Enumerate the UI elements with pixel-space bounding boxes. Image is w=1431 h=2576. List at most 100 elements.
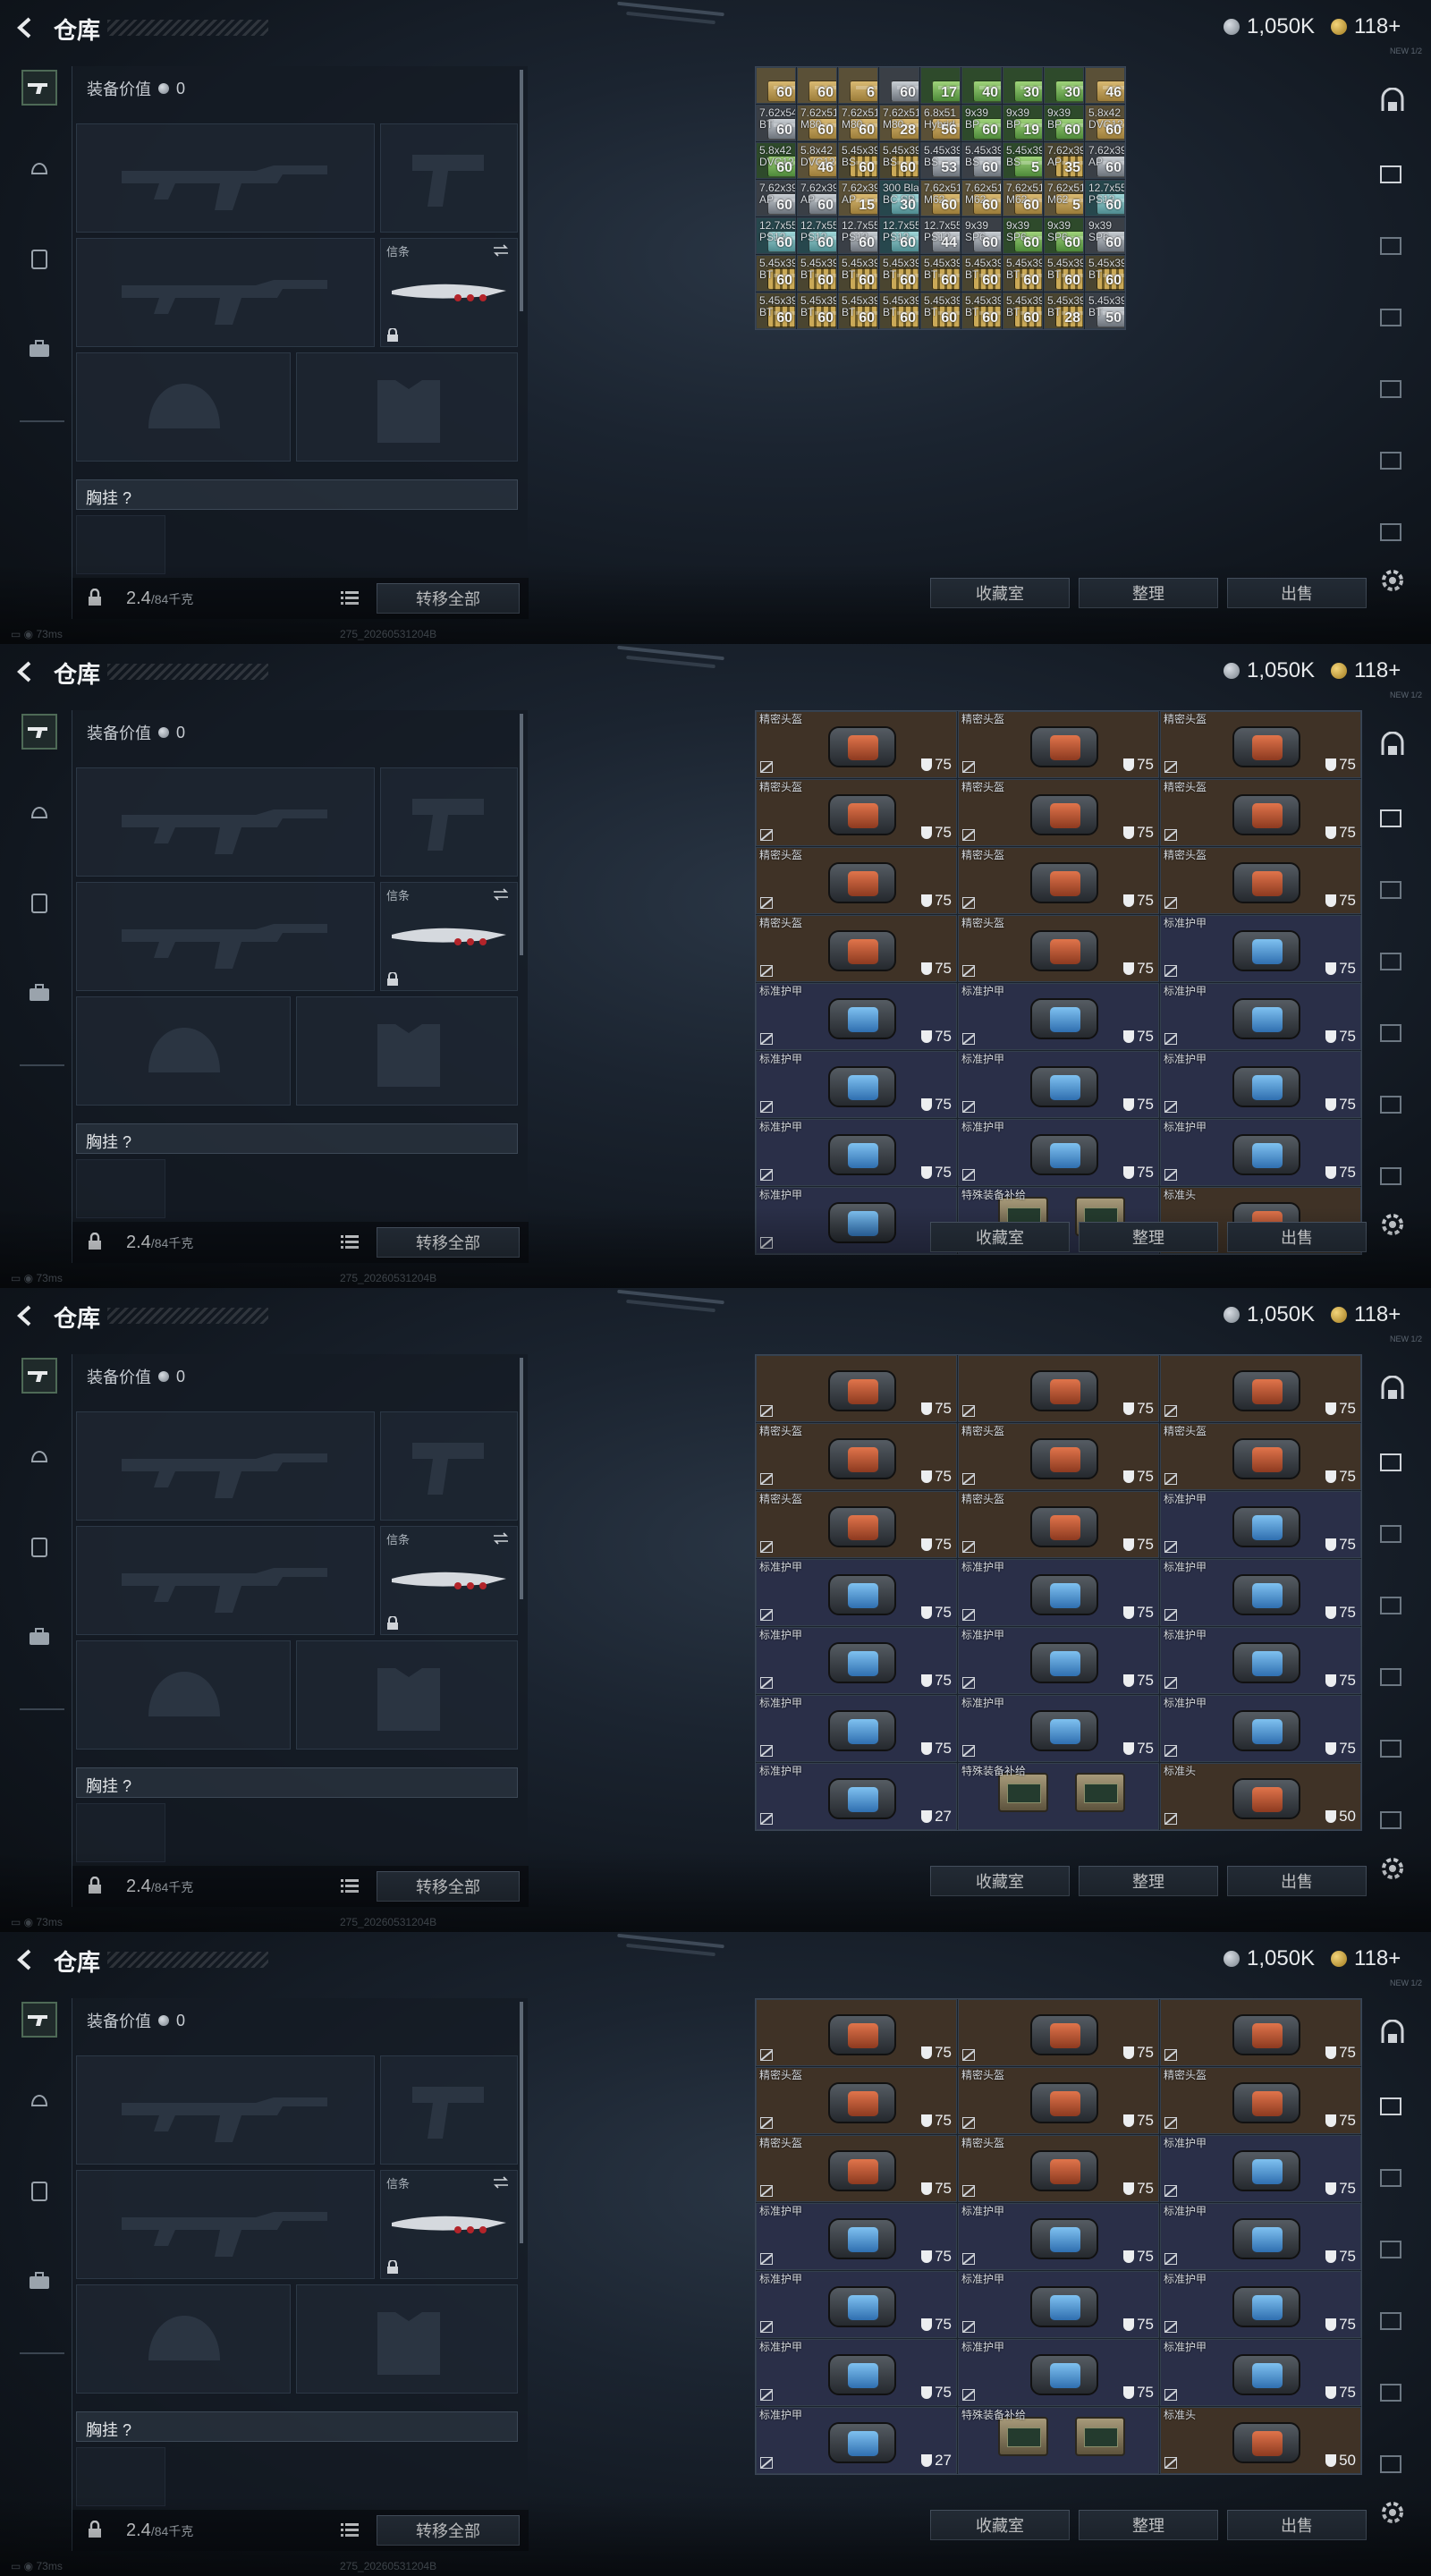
help-icon[interactable]: ? bbox=[123, 1777, 131, 1795]
stash-item[interactable]: 5.45x39 BT 60 bbox=[756, 255, 796, 292]
gold-currency[interactable]: 118+ bbox=[1331, 658, 1401, 683]
stash-item[interactable]: 5.45x39 BT 28 bbox=[1044, 292, 1084, 329]
stash-item[interactable]: 标准护甲 75 bbox=[1160, 915, 1361, 982]
stash-item[interactable]: 7.62x51 M62 60 bbox=[1003, 180, 1043, 216]
backpack-icon[interactable] bbox=[21, 331, 57, 367]
stash-tab-5-icon[interactable] bbox=[1377, 2304, 1408, 2334]
armor-icon[interactable] bbox=[21, 1530, 57, 1565]
rifle-icon[interactable] bbox=[21, 714, 57, 750]
stash-tab-3-icon[interactable] bbox=[1377, 229, 1408, 259]
helmet-slot[interactable] bbox=[76, 996, 291, 1106]
stash-item[interactable]: 标准护甲 75 bbox=[756, 1559, 957, 1626]
stash-item[interactable]: 标准护甲 75 bbox=[1160, 1491, 1361, 1558]
stash-item[interactable]: 标准护甲 75 bbox=[756, 1627, 957, 1694]
stash-item[interactable]: 9x39 SP6 60 bbox=[1085, 217, 1125, 254]
stash-item[interactable]: 标准护甲 75 bbox=[1160, 2203, 1361, 2270]
stash-item[interactable]: 精密头盔 75 bbox=[958, 847, 1159, 914]
stash-item[interactable]: 精密头盔 75 bbox=[756, 1423, 957, 1490]
stash-item[interactable]: 5.45x39 BT 60 bbox=[797, 255, 837, 292]
stash-item[interactable]: 7.62x51 M80 60 bbox=[797, 105, 837, 141]
armor-slot[interactable] bbox=[296, 996, 518, 1106]
back-icon[interactable] bbox=[14, 660, 38, 683]
secondary-weapon-slot[interactable] bbox=[380, 2055, 518, 2165]
primary-weapon-slot[interactable] bbox=[76, 123, 375, 233]
stash-item[interactable]: 标准护甲 75 bbox=[1160, 2339, 1361, 2406]
stash-item[interactable]: 7.62x51 M80 60 bbox=[838, 105, 878, 141]
stash-item[interactable]: 精密头盔 75 bbox=[756, 779, 957, 846]
back-icon[interactable] bbox=[14, 16, 38, 39]
stash-item[interactable]: 标准护甲 75 bbox=[958, 1559, 1159, 1626]
stash-item[interactable]: 5.45x39 BT 60 bbox=[797, 292, 837, 329]
settings-icon[interactable] bbox=[1377, 565, 1408, 596]
secondary-weapon-slot[interactable] bbox=[380, 1411, 518, 1521]
stash-item[interactable]: 标准护甲 75 bbox=[958, 1695, 1159, 1762]
stash-item[interactable]: 标准护甲 bbox=[756, 1187, 957, 1254]
transfer-all-button[interactable]: 转移全部 bbox=[377, 2515, 520, 2546]
helmet-slot[interactable] bbox=[76, 1640, 291, 1750]
stash-item[interactable]: 标准护甲 75 bbox=[1160, 2271, 1361, 2338]
stash-item[interactable]: 精密头盔 75 bbox=[756, 1491, 957, 1558]
chest-rig-row[interactable]: 胸挂 ? bbox=[76, 479, 518, 510]
helmet-slot[interactable] bbox=[76, 352, 291, 462]
secondary-rifle-slot[interactable] bbox=[76, 1526, 375, 1635]
stash-item[interactable]: 精密头盔 75 bbox=[756, 847, 957, 914]
settings-icon[interactable] bbox=[1377, 2497, 1408, 2528]
stash-item[interactable]: 75 bbox=[958, 1355, 1159, 1422]
stash-item[interactable]: 5.8x42 DVC12 46 bbox=[797, 142, 837, 179]
stash-item[interactable]: 精密头盔 75 bbox=[1160, 779, 1361, 846]
chest-rig-slot[interactable] bbox=[76, 1159, 165, 1218]
armor-slot[interactable] bbox=[296, 1640, 518, 1750]
stash-item[interactable]: 12.7x55 PS12 60 bbox=[838, 217, 878, 254]
stash-item[interactable]: 标准护甲 75 bbox=[958, 1119, 1159, 1186]
stash-item[interactable]: 标准护甲 27 bbox=[756, 2407, 957, 2474]
stash-tab-5-icon[interactable] bbox=[1377, 372, 1408, 402]
armor-slot[interactable] bbox=[296, 2284, 518, 2394]
stash-tab-7-icon[interactable] bbox=[1377, 1159, 1408, 1190]
stash-item[interactable]: 5.45x39 BT 60 bbox=[1003, 255, 1043, 292]
stash-tab-3-icon[interactable] bbox=[1377, 1517, 1408, 1547]
stash-item[interactable]: 9x39 SP6 60 bbox=[1003, 217, 1043, 254]
armor-icon[interactable] bbox=[21, 242, 57, 277]
stash-tab-4-icon[interactable] bbox=[1377, 301, 1408, 331]
stash-tab-6-icon[interactable] bbox=[1377, 444, 1408, 474]
stash-item[interactable]: 精密头盔 75 bbox=[756, 711, 957, 778]
collection-room-button[interactable]: 收藏室 bbox=[930, 1866, 1070, 1896]
stash-item[interactable]: 75 bbox=[1160, 1999, 1361, 2066]
chest-rig-slot[interactable] bbox=[76, 2447, 165, 2506]
stash-item[interactable]: 标准护甲 75 bbox=[756, 2271, 957, 2338]
stash-item[interactable]: 12.7x55 PS12 60 bbox=[879, 217, 919, 254]
gold-currency[interactable]: 118+ bbox=[1331, 14, 1401, 39]
stash-item[interactable]: 12.7x55 PS12 60 bbox=[1085, 180, 1125, 216]
equipment-scrollbar[interactable] bbox=[520, 714, 523, 955]
list-icon[interactable] bbox=[341, 1233, 359, 1250]
stash-item[interactable]: 精密头盔 75 bbox=[756, 2135, 957, 2202]
stash-item[interactable]: 75 bbox=[756, 1355, 957, 1422]
stash-tab-2-icon[interactable] bbox=[1377, 2089, 1408, 2120]
stash-item[interactable]: 标准头 50 bbox=[1160, 1763, 1361, 1830]
stash-tab-7-icon[interactable] bbox=[1377, 1803, 1408, 1834]
stash-item[interactable]: 标准护甲 75 bbox=[756, 2339, 957, 2406]
list-icon[interactable] bbox=[341, 589, 359, 606]
stash-item[interactable]: 标准护甲 75 bbox=[756, 1051, 957, 1118]
stash-item[interactable]: 6 bbox=[838, 67, 878, 104]
stash-item[interactable]: 9x39 BP 60 bbox=[1044, 105, 1084, 141]
stash-item[interactable]: 标准护甲 75 bbox=[756, 2203, 957, 2270]
backpack-icon[interactable] bbox=[21, 1619, 57, 1655]
stash-item[interactable]: 5.8x42 DVC12 60 bbox=[1085, 105, 1125, 141]
stash-item[interactable]: 5.45x39 BS 60 bbox=[961, 142, 1002, 179]
stash-item[interactable]: 精密头盔 75 bbox=[1160, 1423, 1361, 1490]
equipment-scrollbar[interactable] bbox=[520, 70, 523, 311]
rifle-icon[interactable] bbox=[21, 1358, 57, 1394]
stash-tab-4-icon[interactable] bbox=[1377, 1589, 1408, 1619]
stash-item[interactable]: 7.62x39 AP 60 bbox=[1085, 142, 1125, 179]
stash-item[interactable]: 5.45x39 BT 60 bbox=[1044, 255, 1084, 292]
helmet-icon[interactable] bbox=[21, 2084, 57, 2120]
organize-button[interactable]: 整理 bbox=[1079, 1222, 1218, 1252]
secondary-weapon-slot[interactable] bbox=[380, 767, 518, 877]
primary-weapon-slot[interactable] bbox=[76, 1411, 375, 1521]
rifle-icon[interactable] bbox=[21, 2002, 57, 2038]
stash-item[interactable]: 60 bbox=[797, 67, 837, 104]
stash-item[interactable]: 标准护甲 75 bbox=[1160, 2135, 1361, 2202]
stash-tab-1-icon[interactable] bbox=[1377, 730, 1408, 760]
stash-tab-2-icon[interactable] bbox=[1377, 1445, 1408, 1476]
